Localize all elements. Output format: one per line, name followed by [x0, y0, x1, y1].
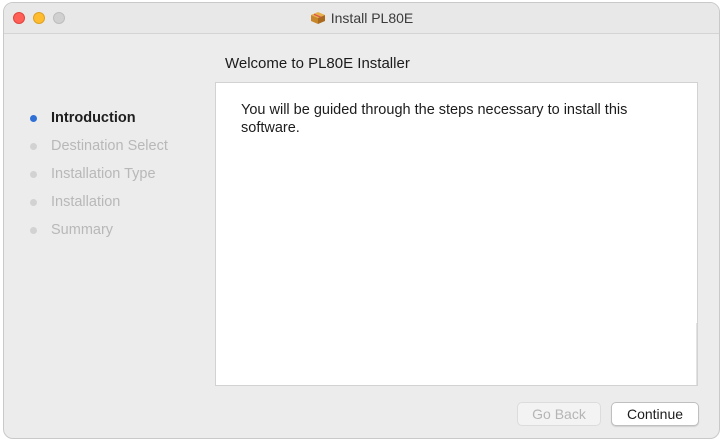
page-heading: Welcome to PL80E Installer [225, 55, 410, 72]
step-bullet-icon [30, 226, 37, 234]
installer-window: Install PL80E Welcome to PL80E Installer… [3, 2, 720, 439]
continue-button[interactable]: Continue [611, 402, 699, 426]
step-label: Installation Type [51, 166, 156, 182]
step-bullet-icon [30, 114, 37, 122]
window-title-group: Install PL80E [4, 3, 719, 33]
step-bullet-icon [30, 170, 37, 178]
package-icon [310, 12, 325, 24]
step-label: Installation [51, 194, 121, 210]
content-scroll-edge [696, 323, 697, 385]
step-label: Summary [51, 222, 114, 238]
title-bar[interactable]: Install PL80E [4, 3, 719, 34]
step-introduction: Introduction [30, 104, 168, 132]
go-back-button[interactable]: Go Back [517, 402, 601, 426]
intro-text: You will be guided through the steps nec… [241, 102, 628, 136]
window-title: Install PL80E [330, 10, 414, 26]
step-summary: Summary [30, 216, 168, 244]
step-bullet-icon [30, 142, 37, 150]
step-installation-type: Installation Type [30, 160, 168, 188]
content-panel: You will be guided through the steps nec… [215, 82, 698, 386]
step-destination-select: Destination Select [30, 132, 168, 160]
installer-steps: Introduction Destination Select Installa… [30, 104, 168, 244]
step-label: Destination Select [51, 138, 168, 154]
step-bullet-icon [30, 198, 37, 206]
step-label: Introduction [51, 110, 136, 126]
step-installation: Installation [30, 188, 168, 216]
